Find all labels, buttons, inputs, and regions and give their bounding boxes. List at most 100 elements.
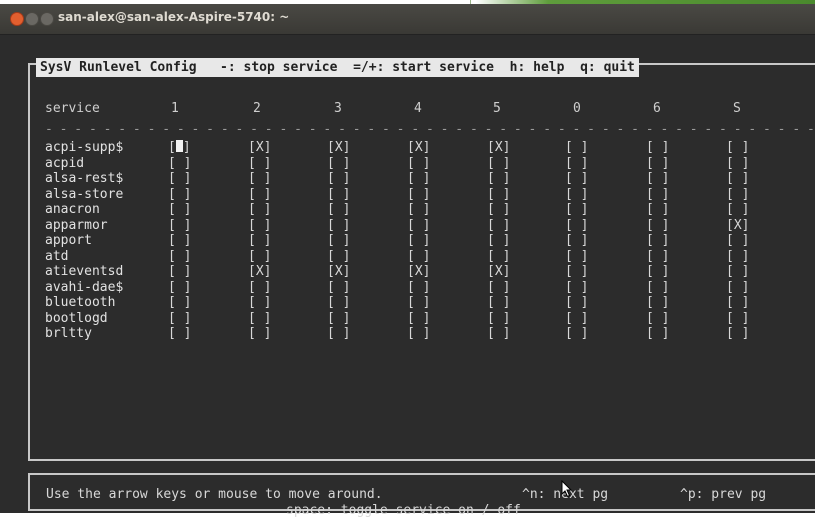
runlevel-checkbox-cursor[interactable]: [] (168, 140, 191, 156)
close-window-button[interactable] (10, 12, 24, 26)
service-row[interactable]: avahi-dae$ [ ] [ ] [ ] [ ] [ ] [ ] [ ] [ ] (0, 280, 815, 296)
service-row[interactable]: acpid [ ] [ ] [ ] [ ] [ ] [ ] [ ] [ ] (0, 156, 815, 172)
runlevel-checkbox[interactable]: [ ] (646, 171, 669, 187)
runlevel-checkbox[interactable]: [ ] (565, 171, 588, 187)
runlevel-checkbox[interactable]: [ ] (487, 326, 510, 342)
runlevel-checkbox[interactable]: [ ] (327, 218, 350, 234)
runlevel-checkbox[interactable]: [ ] (726, 187, 749, 203)
runlevel-checkbox[interactable]: [X] (327, 264, 350, 280)
runlevel-checkbox[interactable]: [ ] (248, 171, 271, 187)
runlevel-checkbox[interactable]: [ ] (168, 249, 191, 265)
service-row[interactable]: bootlogd [ ] [ ] [ ] [ ] [ ] [ ] [ ] [ ] (0, 311, 815, 327)
terminal-area[interactable]: SysV Runlevel Config -: stop service =/+… (0, 35, 815, 518)
runlevel-checkbox[interactable]: [ ] (327, 187, 350, 203)
runlevel-checkbox[interactable]: [ ] (248, 187, 271, 203)
runlevel-checkbox[interactable]: [ ] (646, 218, 669, 234)
runlevel-checkbox[interactable]: [ ] (565, 249, 588, 265)
service-row[interactable]: alsa-rest$ [ ] [ ] [ ] [ ] [ ] [ ] [ ] [ ] (0, 171, 815, 187)
runlevel-checkbox[interactable]: [ ] (487, 233, 510, 249)
runlevel-checkbox[interactable]: [ ] (646, 156, 669, 172)
runlevel-checkbox[interactable]: [ ] (726, 295, 749, 311)
service-row[interactable]: acpi-supp$ [] [X] [X] [X] [X] [ ] [ ] [ ] (0, 140, 815, 156)
runlevel-checkbox[interactable]: [ ] (726, 264, 749, 280)
runlevel-checkbox[interactable]: [ ] (646, 249, 669, 265)
runlevel-checkbox[interactable]: [ ] (646, 202, 669, 218)
runlevel-checkbox[interactable]: [ ] (248, 249, 271, 265)
service-row[interactable]: alsa-store [ ] [ ] [ ] [ ] [ ] [ ] [ ] [ ] (0, 187, 815, 203)
runlevel-checkbox[interactable]: [ ] (565, 295, 588, 311)
minimize-window-button[interactable] (25, 12, 39, 26)
runlevel-checkbox[interactable]: [ ] (487, 249, 510, 265)
runlevel-checkbox[interactable]: [ ] (168, 202, 191, 218)
runlevel-checkbox[interactable]: [ ] (565, 280, 588, 296)
runlevel-checkbox[interactable]: [ ] (407, 326, 430, 342)
runlevel-checkbox[interactable]: [ ] (565, 326, 588, 342)
runlevel-checkbox[interactable]: [ ] (248, 295, 271, 311)
runlevel-checkbox[interactable]: [ ] (407, 218, 430, 234)
runlevel-checkbox[interactable]: [X] (248, 264, 271, 280)
runlevel-checkbox[interactable]: [X] (487, 264, 510, 280)
runlevel-checkbox[interactable]: [ ] (565, 311, 588, 327)
runlevel-checkbox[interactable]: [ ] (726, 280, 749, 296)
runlevel-checkbox[interactable]: [ ] (327, 249, 350, 265)
runlevel-checkbox[interactable]: [ ] (248, 311, 271, 327)
runlevel-checkbox[interactable]: [ ] (327, 171, 350, 187)
runlevel-checkbox[interactable]: [ ] (407, 249, 430, 265)
runlevel-checkbox[interactable]: [ ] (327, 326, 350, 342)
runlevel-checkbox[interactable]: [ ] (407, 156, 430, 172)
runlevel-checkbox[interactable]: [ ] (168, 171, 191, 187)
runlevel-checkbox[interactable]: [ ] (248, 280, 271, 296)
runlevel-checkbox[interactable]: [ ] (646, 311, 669, 327)
service-row[interactable]: atd [ ] [ ] [ ] [ ] [ ] [ ] [ ] [ ] (0, 249, 815, 265)
runlevel-checkbox[interactable]: [X] (487, 140, 510, 156)
runlevel-checkbox[interactable]: [ ] (726, 326, 749, 342)
runlevel-checkbox[interactable]: [ ] (646, 233, 669, 249)
runlevel-checkbox[interactable]: [ ] (565, 187, 588, 203)
runlevel-checkbox[interactable]: [ ] (726, 249, 749, 265)
runlevel-checkbox[interactable]: [ ] (726, 156, 749, 172)
runlevel-checkbox[interactable]: [ ] (407, 187, 430, 203)
runlevel-checkbox[interactable]: [ ] (248, 218, 271, 234)
runlevel-checkbox[interactable]: [ ] (646, 326, 669, 342)
runlevel-checkbox[interactable]: [ ] (487, 295, 510, 311)
runlevel-checkbox[interactable]: [ ] (168, 218, 191, 234)
runlevel-checkbox[interactable]: [ ] (487, 202, 510, 218)
runlevel-checkbox[interactable]: [ ] (565, 140, 588, 156)
runlevel-checkbox[interactable]: [X] (407, 140, 430, 156)
runlevel-checkbox[interactable]: [ ] (248, 202, 271, 218)
runlevel-checkbox[interactable]: [ ] (327, 202, 350, 218)
runlevel-checkbox[interactable]: [ ] (168, 280, 191, 296)
runlevel-checkbox[interactable]: [ ] (327, 233, 350, 249)
runlevel-checkbox[interactable]: [ ] (487, 311, 510, 327)
runlevel-checkbox[interactable]: [ ] (726, 233, 749, 249)
runlevel-checkbox[interactable]: [ ] (487, 171, 510, 187)
runlevel-checkbox[interactable]: [ ] (487, 156, 510, 172)
runlevel-checkbox[interactable]: [ ] (327, 156, 350, 172)
runlevel-checkbox[interactable]: [ ] (168, 233, 191, 249)
runlevel-checkbox[interactable]: [ ] (726, 171, 749, 187)
runlevel-checkbox[interactable]: [ ] (407, 280, 430, 296)
runlevel-checkbox[interactable]: [ ] (726, 311, 749, 327)
runlevel-checkbox[interactable]: [ ] (407, 171, 430, 187)
runlevel-checkbox[interactable]: [ ] (646, 187, 669, 203)
service-row[interactable]: brltty [ ] [ ] [ ] [ ] [ ] [ ] [ ] [ ] (0, 326, 815, 342)
runlevel-checkbox[interactable]: [ ] (168, 295, 191, 311)
runlevel-checkbox[interactable]: [ ] (565, 202, 588, 218)
service-row[interactable]: apport [ ] [ ] [ ] [ ] [ ] [ ] [ ] [ ] (0, 233, 815, 249)
runlevel-checkbox[interactable]: [ ] (168, 326, 191, 342)
runlevel-checkbox[interactable]: [ ] (327, 311, 350, 327)
runlevel-checkbox[interactable]: [ ] (407, 233, 430, 249)
runlevel-checkbox[interactable]: [ ] (248, 156, 271, 172)
service-row[interactable]: anacron [ ] [ ] [ ] [ ] [ ] [ ] [ ] [ ] (0, 202, 815, 218)
runlevel-checkbox[interactable]: [ ] (646, 280, 669, 296)
runlevel-checkbox[interactable]: [ ] (726, 202, 749, 218)
runlevel-checkbox[interactable]: [X] (726, 218, 749, 234)
runlevel-checkbox[interactable]: [ ] (726, 140, 749, 156)
runlevel-checkbox[interactable]: [ ] (248, 233, 271, 249)
runlevel-checkbox[interactable]: [ ] (407, 295, 430, 311)
runlevel-checkbox[interactable]: [ ] (646, 264, 669, 280)
runlevel-checkbox[interactable]: [ ] (168, 156, 191, 172)
runlevel-checkbox[interactable]: [ ] (646, 140, 669, 156)
runlevel-checkbox[interactable]: [ ] (487, 187, 510, 203)
title-bar[interactable]: san-alex@san-alex-Aspire-5740: ~ (0, 4, 815, 35)
